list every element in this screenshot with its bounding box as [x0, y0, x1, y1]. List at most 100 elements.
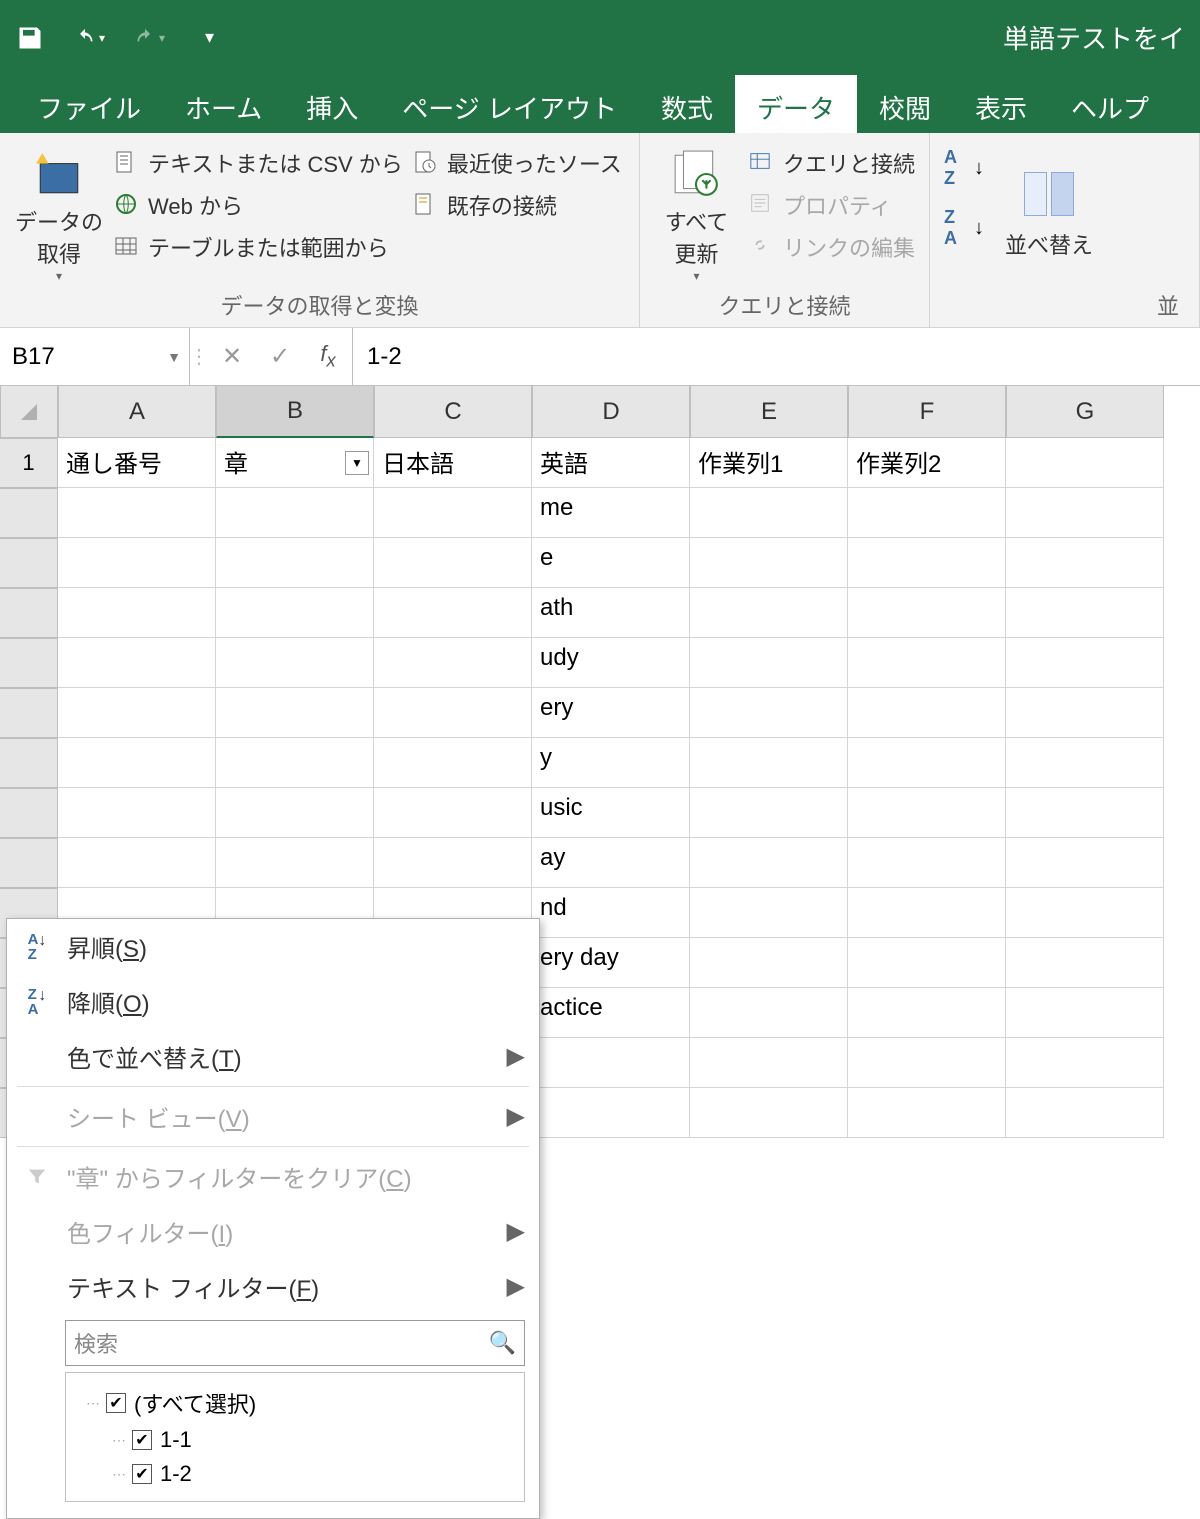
cell[interactable] — [58, 488, 216, 538]
checkbox-icon[interactable]: ✔ — [132, 1464, 152, 1484]
filter-values-tree[interactable]: ⋯✔(すべて選択) ⋯✔1-1 ⋯✔1-2 — [65, 1372, 525, 1502]
cell[interactable] — [848, 738, 1006, 788]
tab-review[interactable]: 校閲 — [857, 75, 953, 133]
cell[interactable] — [216, 838, 374, 888]
cell[interactable] — [216, 688, 374, 738]
sort-button[interactable]: 並べ替え — [994, 141, 1104, 285]
cell[interactable] — [58, 788, 216, 838]
cell[interactable]: actice — [532, 988, 690, 1038]
tab-data[interactable]: データ — [735, 75, 857, 133]
cell[interactable] — [58, 838, 216, 888]
tab-view[interactable]: 表示 — [953, 75, 1049, 133]
spreadsheet-grid[interactable]: A B C D E F G 1 通し番号 章▼ 日本語 英語 作業列1 作業列2 — [0, 386, 1200, 488]
cell[interactable]: ay — [532, 838, 690, 888]
refresh-all-button[interactable]: すべて 更新 ▾ — [654, 141, 739, 285]
cell[interactable] — [1006, 738, 1164, 788]
cell[interactable] — [374, 738, 532, 788]
cell[interactable]: ath — [532, 588, 690, 638]
fx-icon[interactable]: fx — [304, 341, 352, 371]
cell[interactable] — [848, 788, 1006, 838]
row-header[interactable] — [0, 838, 58, 888]
tab-insert[interactable]: 挿入 — [284, 75, 380, 133]
cell[interactable] — [216, 488, 374, 538]
cell[interactable] — [690, 738, 848, 788]
cell[interactable] — [1006, 1038, 1164, 1088]
cell[interactable] — [690, 688, 848, 738]
cell[interactable] — [690, 888, 848, 938]
cell[interactable] — [374, 538, 532, 588]
cell[interactable] — [374, 588, 532, 638]
cell[interactable]: me — [532, 488, 690, 538]
cell[interactable] — [58, 538, 216, 588]
tab-help[interactable]: ヘルプ — [1049, 75, 1171, 133]
col-header-d[interactable]: D — [532, 386, 690, 438]
cell[interactable] — [1006, 1088, 1164, 1138]
cell[interactable] — [1006, 938, 1164, 988]
cell[interactable] — [690, 588, 848, 638]
cell[interactable] — [848, 988, 1006, 1038]
existing-connections[interactable]: 既存の接続 — [413, 189, 622, 221]
cell-f1[interactable]: 作業列2 — [848, 438, 1006, 488]
cell[interactable] — [216, 638, 374, 688]
cell[interactable] — [848, 638, 1006, 688]
cell[interactable] — [532, 1038, 690, 1088]
name-box-dropdown-icon[interactable]: ▼ — [167, 349, 181, 365]
cell[interactable] — [690, 1088, 848, 1138]
filter-search-input[interactable]: 検索 🔍 — [65, 1320, 525, 1366]
tree-item-all[interactable]: ⋯✔(すべて選択) — [76, 1383, 514, 1423]
tab-pagelayout[interactable]: ページ レイアウト — [380, 75, 639, 133]
sort-by-color[interactable]: 色で並べ替え(T) ▶ — [7, 1029, 539, 1084]
cell[interactable] — [690, 1038, 848, 1088]
undo-icon[interactable]: ▾ — [75, 23, 105, 53]
tab-file[interactable]: ファイル — [15, 75, 163, 133]
cell[interactable] — [848, 838, 1006, 888]
cell[interactable] — [1006, 588, 1164, 638]
col-header-g[interactable]: G — [1006, 386, 1164, 438]
get-data-button[interactable]: データの 取得 ▾ — [14, 141, 104, 285]
col-header-f[interactable]: F — [848, 386, 1006, 438]
tree-item[interactable]: ⋯✔1-2 — [102, 1457, 514, 1491]
cell-d1[interactable]: 英語 — [532, 438, 690, 488]
row-header[interactable] — [0, 688, 58, 738]
save-icon[interactable] — [15, 23, 45, 53]
cell[interactable] — [690, 838, 848, 888]
cell[interactable]: nd — [532, 888, 690, 938]
cell[interactable] — [690, 538, 848, 588]
cell[interactable] — [216, 538, 374, 588]
select-all-corner[interactable] — [0, 386, 58, 438]
cell[interactable] — [1006, 488, 1164, 538]
cell-g1[interactable] — [1006, 438, 1164, 488]
tab-home[interactable]: ホーム — [163, 75, 284, 133]
cell[interactable]: y — [532, 738, 690, 788]
checkbox-icon[interactable]: ✔ — [132, 1430, 152, 1450]
checkbox-icon[interactable]: ✔ — [106, 1393, 126, 1413]
cell[interactable] — [690, 638, 848, 688]
cell[interactable] — [1006, 838, 1164, 888]
recent-sources[interactable]: 最近使ったソース — [413, 147, 622, 179]
cell[interactable] — [848, 938, 1006, 988]
row-header-1[interactable]: 1 — [0, 438, 58, 488]
cell[interactable] — [374, 688, 532, 738]
cell[interactable] — [58, 588, 216, 638]
row-header[interactable] — [0, 538, 58, 588]
cell[interactable] — [1006, 538, 1164, 588]
col-header-c[interactable]: C — [374, 386, 532, 438]
cell[interactable] — [374, 638, 532, 688]
row-header[interactable] — [0, 788, 58, 838]
row-header[interactable] — [0, 588, 58, 638]
row-header[interactable] — [0, 488, 58, 538]
cell[interactable] — [374, 788, 532, 838]
cell[interactable]: usic — [532, 788, 690, 838]
cell[interactable] — [690, 788, 848, 838]
row-header[interactable] — [0, 638, 58, 688]
formula-input[interactable]: 1-2 — [353, 328, 1200, 385]
cell-e1[interactable]: 作業列1 — [690, 438, 848, 488]
cell[interactable] — [848, 588, 1006, 638]
col-header-b[interactable]: B — [216, 386, 374, 438]
cell[interactable] — [1006, 888, 1164, 938]
col-header-e[interactable]: E — [690, 386, 848, 438]
enter-icon[interactable]: ✓ — [256, 342, 304, 371]
cell[interactable] — [848, 688, 1006, 738]
cell[interactable] — [848, 538, 1006, 588]
cell[interactable] — [848, 1038, 1006, 1088]
